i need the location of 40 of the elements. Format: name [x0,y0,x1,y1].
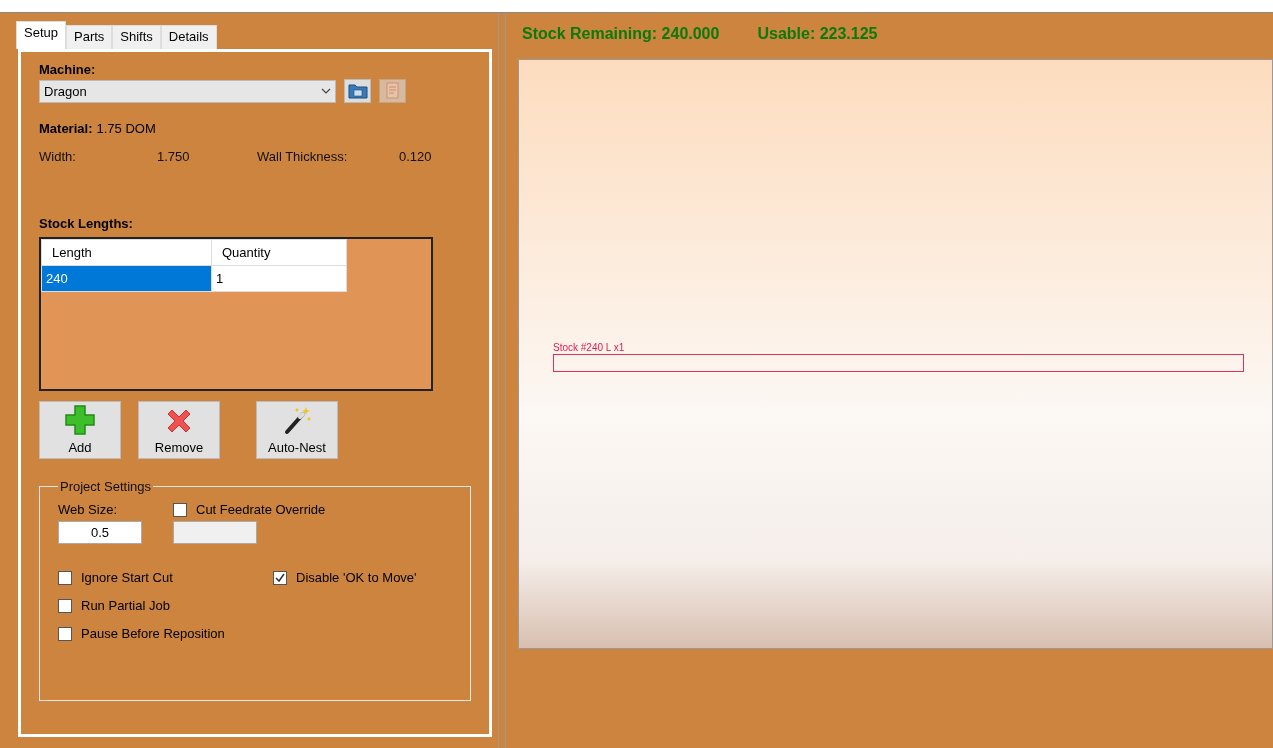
remove-button[interactable]: Remove [138,401,220,459]
machine-label: Machine: [39,62,97,77]
checkbox[interactable] [58,598,72,613]
table-cell[interactable]: 240 [41,265,212,292]
material-label: Material: [39,121,93,136]
checkbox-label: Run Partial Job [81,598,170,613]
machine-library-button[interactable] [344,79,371,103]
checkbox[interactable] [58,570,72,585]
stock-lengths-label: Stock Lengths: [39,216,134,231]
table-cell[interactable]: 1 [211,265,347,292]
column-header: Quantity [211,239,347,266]
checkbox-label: Pause Before Reposition [81,626,225,641]
plus-icon [64,404,96,436]
machine-dropdown[interactable]: Dragon [39,79,336,103]
checkbox[interactable] [58,626,72,641]
chevron-down-icon [321,88,331,94]
checkbox-label: Disable 'OK to Move' [296,570,417,585]
tab[interactable]: Setup [16,21,66,49]
checkbox-label: Cut Feedrate Override [196,502,326,517]
field-value: 0.120 [399,149,433,164]
web-size-field[interactable]: 0.5 [58,521,142,544]
group-title: Project Settings [59,479,153,494]
column-header: Length [41,239,212,266]
tab[interactable]: Details [160,25,217,49]
auto-nest-button[interactable]: Auto-Nest [256,401,338,459]
web-size-label: Web Size: [58,502,118,517]
tab[interactable]: Parts [66,25,113,49]
folder-icon [347,83,368,99]
checkbox[interactable] [273,570,287,585]
field-label: Wall Thickness: [257,149,349,164]
add-button[interactable]: Add [39,401,121,459]
field-value: 1.750 [157,149,191,164]
material-value: 1.75 DOM [96,121,156,136]
checkbox-label: Ignore Start Cut [81,570,173,585]
tab[interactable]: Shifts [112,25,161,49]
stock-label: Stock #240 L x1 [553,343,625,352]
field-label: Width: [39,149,77,164]
usable-text: Usable: 223.125 [757,25,878,44]
stock-remaining-text: Stock Remaining: 240.000 [522,25,720,44]
document-icon [385,82,400,100]
